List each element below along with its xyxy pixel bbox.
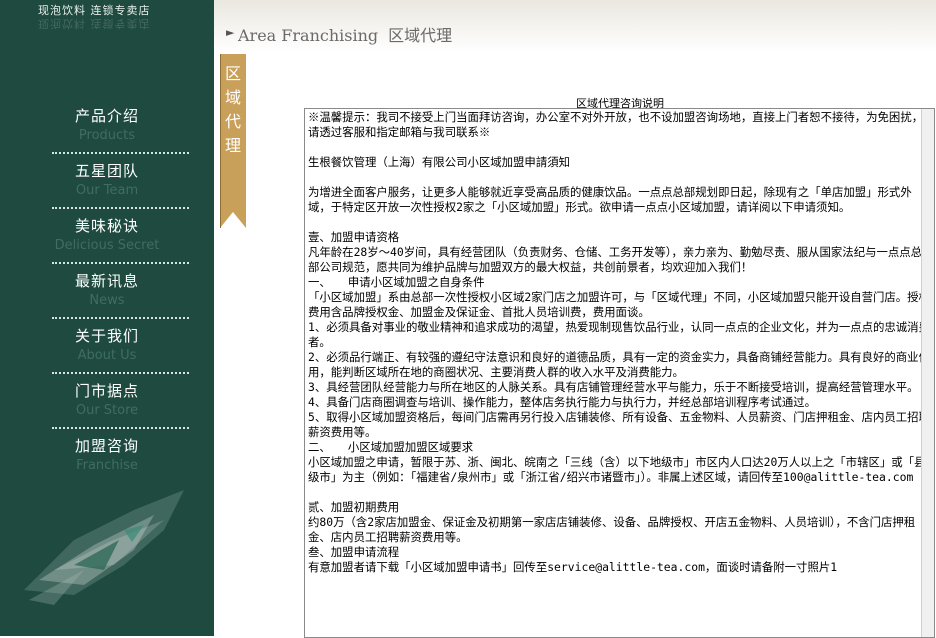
nav-label: 最新讯息	[74, 272, 139, 290]
nav-divider	[52, 207, 189, 209]
textarea-scrollbar[interactable]	[921, 109, 934, 637]
nav-label: 关于我们	[74, 327, 139, 345]
nav-sublabel: Products	[78, 128, 136, 143]
brand-slogan-reflection: 现泡饮料 连锁专卖店	[38, 17, 151, 30]
nav-label: 门市据点	[74, 382, 139, 400]
page-title: Area Franchising 区域代理	[238, 26, 453, 45]
nav-sublabel: Our Store	[75, 403, 139, 418]
triangle-right-icon: ►	[226, 26, 235, 39]
nav-item-products[interactable]: 产品介绍 Products	[0, 106, 214, 161]
franchise-info-textarea[interactable]: ※温馨提示：我司不接受上门当面拜访咨询，办公室不对外开放，也不设加盟咨询场地，直…	[304, 108, 935, 638]
nav-divider	[52, 317, 189, 319]
nav-sublabel: About Us	[77, 348, 137, 363]
nav-sublabel: News	[89, 293, 125, 308]
nav-label: 加盟咨询	[74, 437, 139, 455]
section-ribbon: 区 域 代 理	[219, 54, 246, 228]
nav-item-delicious-secret[interactable]: 美味秘诀 Delicious Secret	[0, 216, 214, 271]
nav-divider	[52, 427, 189, 429]
ribbon-label: 区 域 代 理	[224, 64, 241, 155]
nav-item-news[interactable]: 最新讯息 News	[0, 271, 214, 326]
nav-label: 美味秘诀	[74, 217, 139, 235]
decorative-brush-splash	[24, 490, 184, 605]
nav-divider	[52, 262, 189, 264]
brand-logo[interactable]: 现泡饮料 连锁专卖店 现泡饮料 连锁专卖店	[0, 0, 214, 42]
nav-item-our-team[interactable]: 五星团队 Our Team	[0, 161, 214, 216]
nav-sublabel: Our Team	[75, 183, 139, 198]
nav-divider	[52, 152, 189, 154]
nav-item-our-store[interactable]: 门市据点 Our Store	[0, 381, 214, 436]
page-header: ► Area Franchising 区域代理	[214, 0, 936, 52]
sidebar: 现泡饮料 连锁专卖店 现泡饮料 连锁专卖店 产品介绍 Products 五星团队…	[0, 0, 214, 636]
nav-label: 产品介绍	[74, 107, 139, 125]
nav-label: 五星团队	[74, 162, 139, 180]
nav-divider	[52, 372, 189, 374]
nav-sublabel: Delicious Secret	[54, 238, 160, 253]
nav-item-about-us[interactable]: 关于我们 About Us	[0, 326, 214, 381]
franchise-info-text: ※温馨提示：我司不接受上门当面拜访咨询，办公室不对外开放，也不设加盟咨询场地，直…	[308, 110, 930, 574]
